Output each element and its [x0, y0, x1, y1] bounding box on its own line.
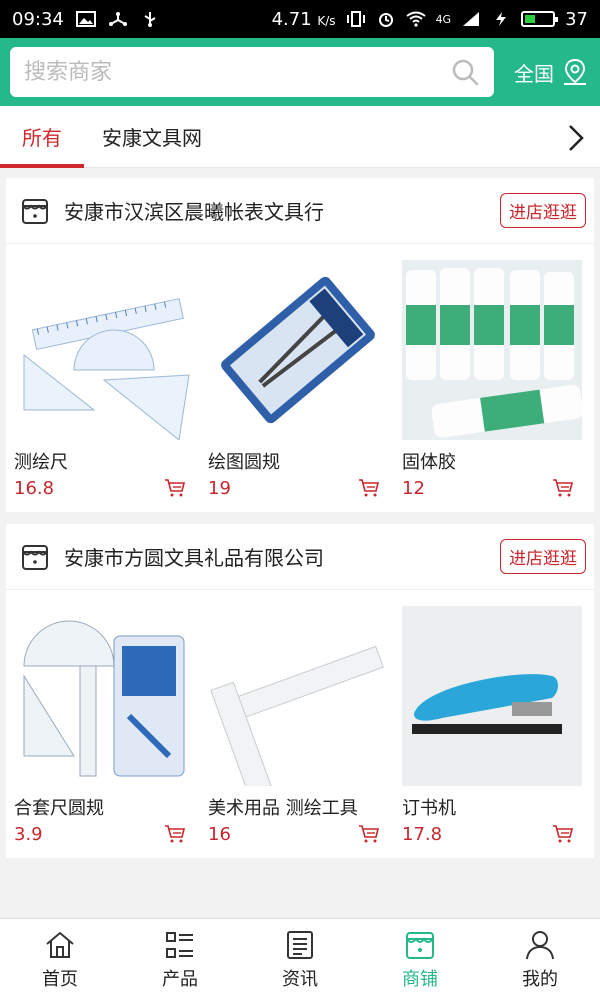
stapler-image[interactable] [402, 606, 582, 786]
nav-shops[interactable]: 商铺 [360, 919, 480, 1000]
product-name: 固体胶 [402, 452, 456, 472]
nav-products[interactable]: 产品 [120, 919, 240, 1000]
glue-stick-image[interactable] [402, 260, 582, 440]
signal-icon [463, 12, 480, 26]
store-icon [22, 198, 48, 224]
ruler-compass-set-image[interactable] [14, 606, 194, 786]
product-card[interactable]: 合套尺圆规 3.9 [6, 606, 200, 848]
cart-icon[interactable] [552, 478, 574, 498]
tab-all[interactable]: 所有 [0, 106, 84, 168]
product-card[interactable]: 固体胶 12 [394, 260, 588, 502]
enter-shop-button[interactable]: 进店逛逛 [500, 539, 586, 574]
product-name: 绘图圆规 [208, 452, 280, 472]
alarm-icon [378, 13, 393, 27]
location-icon [564, 58, 586, 85]
cart-icon[interactable] [552, 824, 574, 844]
product-name: 合套尺圆规 [14, 798, 104, 818]
search-box[interactable] [10, 47, 494, 97]
product-price: 19 [208, 477, 231, 499]
product-row: 测绘尺 16.8 绘图圆规 19 固体胶 12 [6, 244, 594, 512]
image-icon [75, 11, 96, 27]
network-type: 4G [435, 12, 452, 26]
shop-name: 安康市汉滨区晨曦帐表文具行 [64, 200, 324, 224]
news-icon [287, 930, 313, 959]
product-card[interactable]: 订书机 17.8 [394, 606, 588, 848]
battery-level: 37 [565, 8, 588, 30]
usb-icon [144, 12, 156, 27]
product-price: 3.9 [14, 823, 43, 845]
share-icon [108, 12, 127, 26]
nav-news[interactable]: 资讯 [240, 919, 360, 1000]
bottom-nav: 首页 产品 资讯 商铺 我的 [0, 918, 600, 1000]
search-icon[interactable] [450, 57, 480, 87]
shop-header[interactable]: 安康市汉滨区晨曦帐表文具行 进店逛逛 [6, 178, 594, 244]
search-input[interactable] [24, 59, 450, 85]
product-name: 美术用品 测绘工具 [208, 798, 358, 818]
product-price: 16.8 [14, 477, 55, 499]
net-speed: 4.71 K/s [271, 8, 336, 30]
ruler-set-image[interactable] [14, 260, 194, 440]
nav-mine[interactable]: 我的 [480, 919, 600, 1000]
product-row: 合套尺圆规 3.9 美术用品 测绘工具 16 订书机 17.8 [6, 590, 594, 858]
region-label: 全国 [514, 61, 554, 86]
wifi-icon [405, 11, 426, 27]
compass-set-image[interactable] [208, 260, 388, 440]
battery-icon [521, 11, 559, 27]
store-icon [406, 931, 434, 959]
product-name: 测绘尺 [14, 452, 68, 472]
enter-shop-button[interactable]: 进店逛逛 [500, 193, 586, 228]
region-selector[interactable]: 全国 [494, 57, 590, 87]
product-card[interactable]: 美术用品 测绘工具 16 [200, 606, 394, 848]
list-icon [166, 931, 193, 958]
shop-card: 安康市汉滨区晨曦帐表文具行 进店逛逛 测绘尺 16.8 绘图圆规 19 固体胶 … [6, 178, 594, 512]
product-card[interactable]: 测绘尺 16.8 [6, 260, 200, 502]
home-icon [46, 931, 74, 958]
chevron-right-icon[interactable] [564, 124, 588, 152]
nav-home[interactable]: 首页 [0, 919, 120, 1000]
charging-icon [496, 12, 507, 26]
vibrate-icon [346, 11, 365, 27]
product-name: 订书机 [402, 798, 456, 818]
tab-ankang-stationery[interactable]: 安康文具网 [84, 106, 220, 167]
store-icon [22, 544, 48, 570]
shop-list: 安康市汉滨区晨曦帐表文具行 进店逛逛 测绘尺 16.8 绘图圆规 19 固体胶 … [0, 168, 600, 858]
cart-icon[interactable] [358, 478, 380, 498]
shop-name: 安康市方圆文具礼品有限公司 [64, 546, 324, 570]
shop-card: 安康市方圆文具礼品有限公司 进店逛逛 合套尺圆规 3.9 美术用品 测绘工具 1… [6, 524, 594, 858]
shop-header[interactable]: 安康市方圆文具礼品有限公司 进店逛逛 [6, 524, 594, 590]
product-price: 16 [208, 823, 231, 845]
cart-icon[interactable] [358, 824, 380, 844]
cart-icon[interactable] [164, 478, 186, 498]
product-price: 17.8 [402, 823, 443, 845]
status-time: 09:34 [12, 8, 64, 30]
cart-icon[interactable] [164, 824, 186, 844]
product-price: 12 [402, 477, 425, 499]
user-icon [526, 930, 554, 959]
product-card[interactable]: 绘图圆规 19 [200, 260, 394, 502]
header: 全国 [0, 38, 600, 106]
t-square-image[interactable] [208, 606, 388, 786]
category-tabs: 所有 安康文具网 [0, 106, 600, 168]
status-bar: 09:34 4.71 K/s 4G 37 [0, 0, 600, 38]
